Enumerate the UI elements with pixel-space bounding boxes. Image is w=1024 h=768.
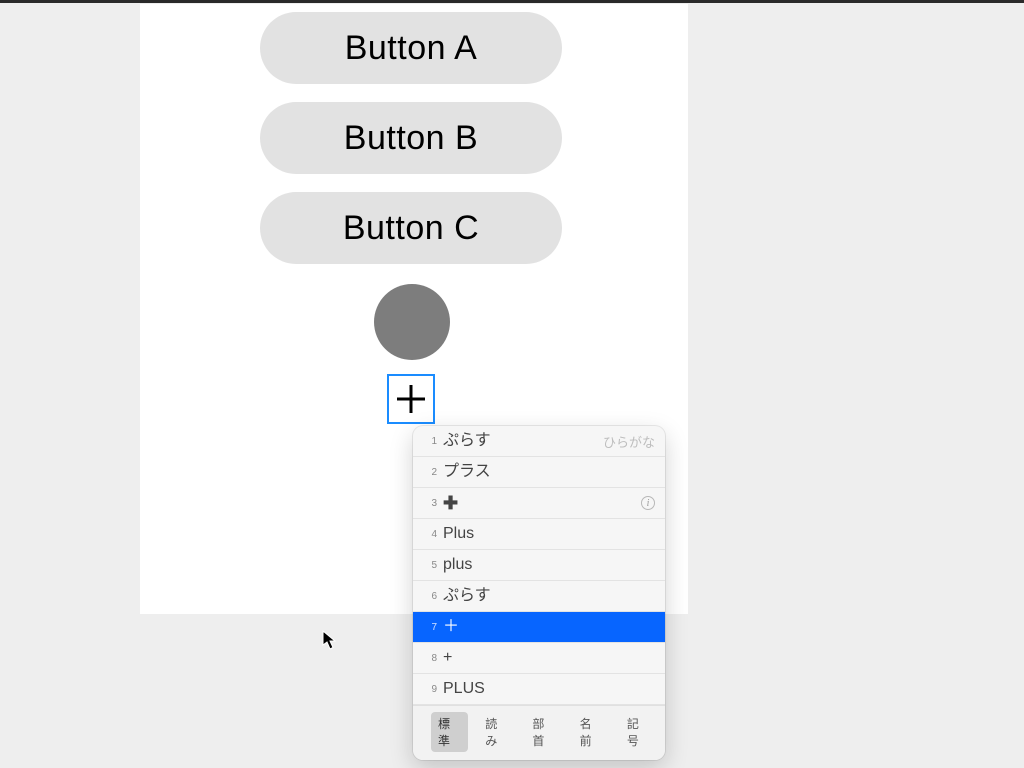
ime-candidate-3[interactable]: 3 ✚ i xyxy=(413,488,665,519)
info-icon[interactable]: i xyxy=(641,496,655,510)
ime-label: ＋ xyxy=(443,619,655,635)
ime-candidate-9[interactable]: 9 PLUS xyxy=(413,674,665,705)
ime-index: 6 xyxy=(423,591,437,602)
ime-index: 8 xyxy=(423,653,437,664)
button-c[interactable]: Button C xyxy=(260,192,562,264)
ime-label: PLUS xyxy=(443,681,655,697)
window-titlebar xyxy=(0,0,1024,3)
ime-index: 1 xyxy=(423,436,437,447)
ime-candidate-7[interactable]: 7 ＋ xyxy=(413,612,665,643)
text-input-cell[interactable] xyxy=(387,374,435,424)
ime-tab-radical[interactable]: 部首 xyxy=(525,712,562,752)
ime-label: ✚ xyxy=(443,494,641,512)
ime-label: Plus xyxy=(443,526,655,542)
ime-tab-standard[interactable]: 標準 xyxy=(431,712,468,752)
ime-index: 7 xyxy=(423,622,437,633)
ime-tab-symbol[interactable]: 記号 xyxy=(620,712,657,752)
button-b[interactable]: Button B xyxy=(260,102,562,174)
ime-mode-hint: ひらがな xyxy=(603,432,655,451)
ime-candidate-5[interactable]: 5 plus xyxy=(413,550,665,581)
button-a[interactable]: Button A xyxy=(260,12,562,84)
circle-button[interactable] xyxy=(374,284,450,360)
ime-index: 5 xyxy=(423,560,437,571)
ime-tab-name[interactable]: 名前 xyxy=(573,712,610,752)
ime-tab-reading[interactable]: 読み xyxy=(478,712,515,752)
ime-index: 4 xyxy=(423,529,437,540)
plus-icon xyxy=(394,382,428,416)
ime-candidate-1[interactable]: 1 ぷらす ひらがな xyxy=(413,426,665,457)
ime-label: ぷらす xyxy=(443,588,655,604)
ime-label: plus xyxy=(443,557,655,573)
mouse-cursor-icon xyxy=(322,630,338,650)
ime-candidate-8[interactable]: 8 + xyxy=(413,643,665,674)
ime-index: 2 xyxy=(423,467,437,478)
ime-index: 9 xyxy=(423,684,437,695)
ime-candidate-popup: 1 ぷらす ひらがな 2 プラス 3 ✚ i 4 Plus 5 plus 6 ぷ… xyxy=(413,426,665,760)
button-b-label: Button B xyxy=(344,119,478,158)
ime-candidate-2[interactable]: 2 プラス xyxy=(413,457,665,488)
ime-candidate-4[interactable]: 4 Plus xyxy=(413,519,665,550)
button-c-label: Button C xyxy=(343,209,479,248)
ime-candidate-6[interactable]: 6 ぷらす xyxy=(413,581,665,612)
ime-index: 3 xyxy=(423,498,437,509)
ime-footer-tabs: 標準 読み 部首 名前 記号 xyxy=(413,705,665,760)
ime-label: + xyxy=(443,650,655,666)
ime-label: ぷらす xyxy=(443,433,603,449)
button-a-label: Button A xyxy=(345,29,478,68)
ime-label: プラス xyxy=(443,464,655,480)
